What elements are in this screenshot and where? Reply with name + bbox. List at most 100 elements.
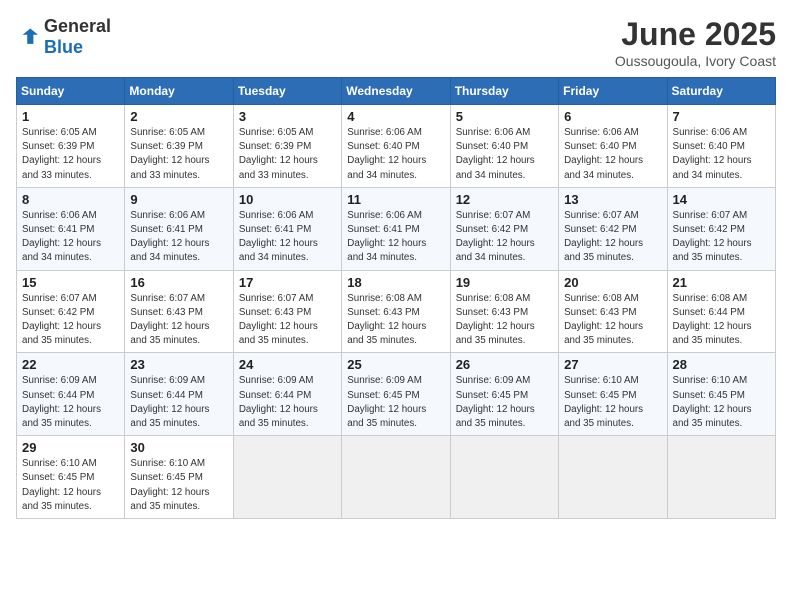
general-blue-icon xyxy=(16,27,40,47)
weekday-header-row: Sunday Monday Tuesday Wednesday Thursday… xyxy=(17,78,776,105)
day-number: 20 xyxy=(564,275,661,290)
day-info: Sunrise: 6:09 AM Sunset: 6:44 PM Dayligh… xyxy=(22,374,119,431)
calendar-table: Sunday Monday Tuesday Wednesday Thursday… xyxy=(16,77,776,519)
day-number: 4 xyxy=(347,109,444,124)
table-row: 9Sunrise: 6:06 AM Sunset: 6:41 PM Daylig… xyxy=(125,187,233,270)
day-info: Sunrise: 6:08 AM Sunset: 6:43 PM Dayligh… xyxy=(456,292,553,349)
day-info: Sunrise: 6:10 AM Sunset: 6:45 PM Dayligh… xyxy=(673,374,770,431)
day-number: 24 xyxy=(239,357,336,372)
day-info: Sunrise: 6:05 AM Sunset: 6:39 PM Dayligh… xyxy=(22,126,119,183)
page-container: General Blue June 2025 Oussougoula, Ivor… xyxy=(16,16,776,519)
day-info: Sunrise: 6:09 AM Sunset: 6:44 PM Dayligh… xyxy=(239,374,336,431)
day-number: 26 xyxy=(456,357,553,372)
day-info: Sunrise: 6:06 AM Sunset: 6:41 PM Dayligh… xyxy=(347,209,444,266)
table-row: 21 Sunrise: 6:08 AM Sunset: 6:44 PM Dayli… xyxy=(667,270,775,353)
table-row xyxy=(342,436,450,519)
day-info: Sunrise: 6:06 AM Sunset: 6:41 PM Dayligh… xyxy=(22,209,119,266)
day-number: 3 xyxy=(239,109,336,124)
day-info: Sunrise: 6:06 AM Sunset: 6:40 PM Dayligh… xyxy=(347,126,444,183)
table-row: 19 Sunrise: 6:08 AM Sunset: 6:43 PM Dayli… xyxy=(450,270,558,353)
day-number: 13 xyxy=(564,192,661,207)
table-row: 23Sunrise: 6:09 AM Sunset: 6:44 PM Dayli… xyxy=(125,353,233,436)
table-row: 24 Sunrise: 6:09 AM Sunset: 6:44 PM Dayli… xyxy=(233,353,341,436)
day-info: Sunrise: 6:10 AM Sunset: 6:45 PM Dayligh… xyxy=(564,374,661,431)
calendar-week-row: 1 Sunrise: 6:05 AM Sunset: 6:39 PM Daylig… xyxy=(17,105,776,188)
table-row: 29Sunrise: 6:10 AM Sunset: 6:45 PM Dayli… xyxy=(17,436,125,519)
day-info: Sunrise: 6:06 AM Sunset: 6:41 PM Dayligh… xyxy=(130,209,227,266)
day-number: 22 xyxy=(22,357,119,372)
day-info: Sunrise: 6:08 AM Sunset: 6:44 PM Dayligh… xyxy=(673,292,770,349)
day-info: Sunrise: 6:08 AM Sunset: 6:43 PM Dayligh… xyxy=(347,292,444,349)
day-number: 16 xyxy=(130,275,227,290)
header-friday: Friday xyxy=(559,78,667,105)
day-info: Sunrise: 6:09 AM Sunset: 6:45 PM Dayligh… xyxy=(456,374,553,431)
table-row: 11 Sunrise: 6:06 AM Sunset: 6:41 PM Dayli… xyxy=(342,187,450,270)
table-row: 5 Sunrise: 6:06 AM Sunset: 6:40 PM Daylig… xyxy=(450,105,558,188)
day-info: Sunrise: 6:06 AM Sunset: 6:40 PM Dayligh… xyxy=(564,126,661,183)
title-area: June 2025 Oussougoula, Ivory Coast xyxy=(615,16,776,69)
table-row: 10 Sunrise: 6:06 AM Sunset: 6:41 PM Dayli… xyxy=(233,187,341,270)
header-wednesday: Wednesday xyxy=(342,78,450,105)
table-row: 15Sunrise: 6:07 AM Sunset: 6:42 PM Dayli… xyxy=(17,270,125,353)
table-row xyxy=(450,436,558,519)
table-row xyxy=(233,436,341,519)
day-info: Sunrise: 6:08 AM Sunset: 6:43 PM Dayligh… xyxy=(564,292,661,349)
table-row: 14Sunrise: 6:07 AM Sunset: 6:42 PM Dayli… xyxy=(667,187,775,270)
day-number: 6 xyxy=(564,109,661,124)
day-number: 27 xyxy=(564,357,661,372)
table-row: 26 Sunrise: 6:09 AM Sunset: 6:45 PM Dayli… xyxy=(450,353,558,436)
day-info: Sunrise: 6:06 AM Sunset: 6:40 PM Dayligh… xyxy=(673,126,770,183)
day-number: 8 xyxy=(22,192,119,207)
header-thursday: Thursday xyxy=(450,78,558,105)
logo-general: General xyxy=(44,16,111,36)
table-row: 18 Sunrise: 6:08 AM Sunset: 6:43 PM Dayli… xyxy=(342,270,450,353)
day-info: Sunrise: 6:05 AM Sunset: 6:39 PM Dayligh… xyxy=(239,126,336,183)
table-row: 3 Sunrise: 6:05 AM Sunset: 6:39 PM Daylig… xyxy=(233,105,341,188)
day-number: 18 xyxy=(347,275,444,290)
day-number: 1 xyxy=(22,109,119,124)
table-row: 8 Sunrise: 6:06 AM Sunset: 6:41 PM Daylig… xyxy=(17,187,125,270)
day-info: Sunrise: 6:09 AM Sunset: 6:45 PM Dayligh… xyxy=(347,374,444,431)
day-info: Sunrise: 6:09 AM Sunset: 6:44 PM Dayligh… xyxy=(130,374,227,431)
day-info: Sunrise: 6:07 AM Sunset: 6:42 PM Dayligh… xyxy=(564,209,661,266)
table-row: 30 Sunrise: 6:10 AM Sunset: 6:45 PM Dayli… xyxy=(125,436,233,519)
table-row: 16 Sunrise: 6:07 AM Sunset: 6:43 PM Dayli… xyxy=(125,270,233,353)
calendar-week-row: 22 Sunrise: 6:09 AM Sunset: 6:44 PM Dayli… xyxy=(17,353,776,436)
day-info: Sunrise: 6:10 AM Sunset: 6:45 PM Dayligh… xyxy=(130,457,227,514)
table-row: 20 Sunrise: 6:08 AM Sunset: 6:43 PM Dayli… xyxy=(559,270,667,353)
day-number: 5 xyxy=(456,109,553,124)
day-info: Sunrise: 6:05 AM Sunset: 6:39 PM Dayligh… xyxy=(130,126,227,183)
day-number: 2 xyxy=(130,109,227,124)
day-number: 11 xyxy=(347,192,444,207)
day-number: 19 xyxy=(456,275,553,290)
table-row: 1 Sunrise: 6:05 AM Sunset: 6:39 PM Daylig… xyxy=(17,105,125,188)
day-number: 30 xyxy=(130,440,227,455)
table-row: 28 Sunrise: 6:10 AM Sunset: 6:45 PM Dayli… xyxy=(667,353,775,436)
calendar-week-row: 15Sunrise: 6:07 AM Sunset: 6:42 PM Dayli… xyxy=(17,270,776,353)
day-number: 28 xyxy=(673,357,770,372)
day-info: Sunrise: 6:10 AM Sunset: 6:45 PM Dayligh… xyxy=(22,457,119,514)
day-info: Sunrise: 6:07 AM Sunset: 6:43 PM Dayligh… xyxy=(130,292,227,349)
header-monday: Monday xyxy=(125,78,233,105)
table-row: 7 Sunrise: 6:06 AM Sunset: 6:40 PM Daylig… xyxy=(667,105,775,188)
day-number: 21 xyxy=(673,275,770,290)
header-sunday: Sunday xyxy=(17,78,125,105)
calendar-week-row: 8 Sunrise: 6:06 AM Sunset: 6:41 PM Daylig… xyxy=(17,187,776,270)
day-info: Sunrise: 6:07 AM Sunset: 6:42 PM Dayligh… xyxy=(22,292,119,349)
logo: General Blue xyxy=(16,16,111,58)
day-number: 7 xyxy=(673,109,770,124)
day-number: 10 xyxy=(239,192,336,207)
header-saturday: Saturday xyxy=(667,78,775,105)
table-row: 27 Sunrise: 6:10 AM Sunset: 6:45 PM Dayli… xyxy=(559,353,667,436)
day-number: 14 xyxy=(673,192,770,207)
table-row: 4 Sunrise: 6:06 AM Sunset: 6:40 PM Daylig… xyxy=(342,105,450,188)
logo-blue: Blue xyxy=(44,37,83,57)
table-row: 22 Sunrise: 6:09 AM Sunset: 6:44 PM Dayli… xyxy=(17,353,125,436)
location-title: Oussougoula, Ivory Coast xyxy=(615,53,776,69)
table-row: 12Sunrise: 6:07 AM Sunset: 6:42 PM Dayli… xyxy=(450,187,558,270)
day-info: Sunrise: 6:06 AM Sunset: 6:41 PM Dayligh… xyxy=(239,209,336,266)
month-title: June 2025 xyxy=(615,16,776,53)
day-info: Sunrise: 6:07 AM Sunset: 6:43 PM Dayligh… xyxy=(239,292,336,349)
header: General Blue June 2025 Oussougoula, Ivor… xyxy=(16,16,776,69)
day-info: Sunrise: 6:06 AM Sunset: 6:40 PM Dayligh… xyxy=(456,126,553,183)
